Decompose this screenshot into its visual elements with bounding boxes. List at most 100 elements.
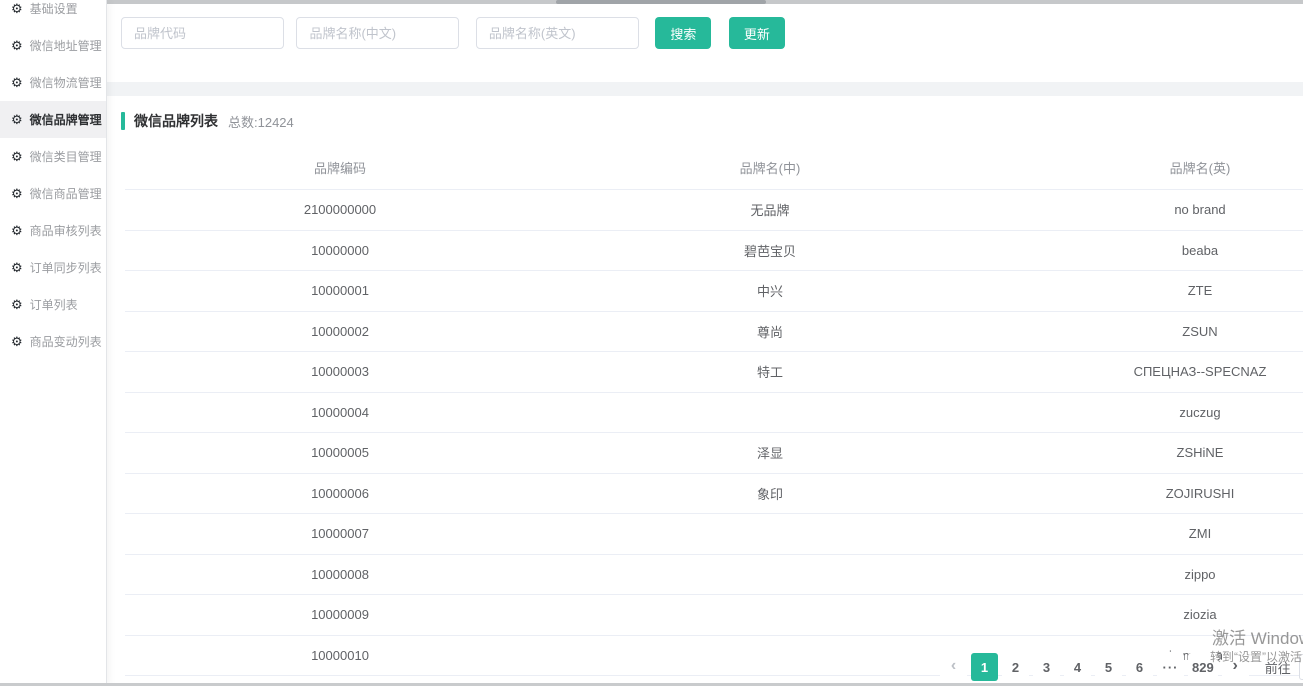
table-row: 10000000 碧芭宝贝 beaba	[125, 230, 1303, 271]
sidebar-item-label: 微信物流管理	[29, 76, 102, 90]
table-cell: ziozia	[985, 594, 1303, 636]
search-form: 搜索 更新	[107, 4, 1303, 82]
goto-page-input[interactable]	[1298, 654, 1303, 680]
update-button[interactable]: 更新	[728, 17, 785, 49]
table-cell: ZOJIRUSHI	[985, 473, 1303, 514]
table-row: 10000007 ZMI	[125, 513, 1303, 555]
table-cell: ZSUN	[985, 311, 1303, 352]
sidebar-item-label: 订单列表	[29, 298, 78, 312]
table-body: 2100000000 无品牌 no brand 10000000 碧芭宝贝 beaba 10…	[125, 189, 1303, 676]
brand-code-input[interactable]	[121, 17, 284, 49]
sidebar-item-0[interactable]: ⚙︎ 基础设置	[0, 0, 106, 27]
sidebar-item-label: 微信类目管理	[29, 150, 102, 164]
table-cell: zuczug	[985, 392, 1303, 433]
pagination-page-5[interactable]: 5	[1095, 653, 1122, 681]
sidebar-item-label: 商品变动列表	[29, 335, 102, 349]
gear-icon: ⚙︎	[11, 1, 23, 16]
sidebar-item-label: 微信地址管理	[29, 39, 102, 53]
prev-page-icon[interactable]: ‹	[940, 653, 967, 681]
table-cell: 10000010	[125, 635, 555, 676]
table-cell: 10000006	[125, 473, 555, 514]
sidebar-item-label: 微信品牌管理	[29, 113, 102, 127]
table-cell: 10000009	[125, 594, 555, 636]
table-cell: 特工	[555, 351, 985, 393]
table-row: 10000008 zippo	[125, 554, 1303, 595]
next-page-icon[interactable]: ›	[1221, 653, 1249, 681]
clipped-header-text	[556, 0, 766, 4]
table-row: 10000003 特工 СПЕЦНАЗ--SPECNAZ	[125, 351, 1303, 393]
gear-icon: ⚙︎	[11, 297, 23, 312]
pagination-page-6[interactable]: 6	[1126, 653, 1153, 681]
table-cell: 10000007	[125, 513, 555, 555]
table-cell: 无品牌	[555, 189, 985, 231]
pagination-page-3[interactable]: 3	[1033, 653, 1060, 681]
table-cell: 中兴	[555, 270, 985, 312]
table-cell	[555, 513, 985, 555]
total-count: 总数:12424	[228, 114, 294, 130]
brand-name-en-input[interactable]	[475, 17, 639, 49]
table-cell: 10000000	[125, 230, 555, 271]
gear-icon: ⚙︎	[11, 75, 23, 90]
gear-icon: ⚙︎	[11, 334, 23, 349]
table-header-row: 品牌编码 品牌名(中) 品牌名(英)	[125, 146, 1303, 190]
table-cell: beaba	[985, 230, 1303, 271]
column-header: 品牌名(中)	[555, 146, 985, 190]
column-header: 品牌名(英)	[985, 146, 1303, 190]
sidebar-item-6[interactable]: ⚙︎ 商品审核列表	[0, 212, 106, 249]
table-row: 10000001 中兴 ZTE	[125, 270, 1303, 312]
table-cell: ZTE	[985, 270, 1303, 312]
sidebar-item-1[interactable]: ⚙︎ 微信地址管理	[0, 27, 106, 64]
table-row: 10000004 zuczug	[125, 392, 1303, 433]
pagination-page-4[interactable]: 4	[1064, 653, 1091, 681]
brand-table: 品牌编码 品牌名(中) 品牌名(英) 2100000000 无品牌 no brand 10…	[125, 146, 1303, 676]
table-cell: ZSHiNE	[985, 432, 1303, 474]
sidebar-item-4[interactable]: ⚙︎ 微信类目管理	[0, 138, 106, 175]
table-cell	[555, 594, 985, 636]
sidebar-item-2[interactable]: ⚙︎ 微信物流管理	[0, 64, 106, 101]
panel-title: 微信品牌列表	[134, 113, 218, 129]
table-cell: 10000002	[125, 311, 555, 352]
table-cell	[555, 554, 985, 595]
main-content: 搜索 更新 微信品牌列表 总数:12424 品牌编码品牌名(中)品牌名(英) 2…	[107, 0, 1303, 686]
table-cell: 10000008	[125, 554, 555, 595]
gear-icon: ⚙︎	[11, 112, 23, 127]
table-cell: 10000004	[125, 392, 555, 433]
sidebar-menu: ⚙︎ 基础设置 ⚙︎ 微信地址管理 ⚙︎ 微信物流管理 ⚙︎ 微信品牌管理 ⚙︎ 微信类目管理 ⚙︎…	[0, 0, 106, 360]
gear-icon: ⚙︎	[11, 38, 23, 53]
pagination-page-829[interactable]: 829	[1188, 653, 1218, 681]
brand-name-cn-input[interactable]	[296, 17, 460, 49]
panel-title-row: 微信品牌列表 总数:12424	[121, 111, 294, 131]
gear-icon: ⚙︎	[11, 260, 23, 275]
pagination-ellipsis[interactable]: ···	[1157, 653, 1184, 681]
search-button[interactable]: 搜索	[655, 17, 712, 49]
table-cell: 10000003	[125, 351, 555, 393]
sidebar-item-label: 基础设置	[29, 2, 78, 16]
table-cell: 10000005	[125, 432, 555, 474]
table-cell: ZMI	[985, 513, 1303, 555]
sidebar-item-3[interactable]: ⚙︎ 微信品牌管理	[0, 101, 106, 138]
table-cell: 碧芭宝贝	[555, 230, 985, 271]
table-row: 10000002 尊尚 ZSUN	[125, 311, 1303, 352]
sidebar-item-7[interactable]: ⚙︎ 订单同步列表	[0, 249, 106, 286]
table-cell: СПЕЦНАЗ--SPECNAZ	[985, 351, 1303, 393]
table-cell: 10000001	[125, 270, 555, 312]
sidebar-item-9[interactable]: ⚙︎ 商品变动列表	[0, 323, 106, 360]
goto-page-label: 前往	[1264, 660, 1291, 676]
gear-icon: ⚙︎	[11, 223, 23, 238]
brand-list-panel: 微信品牌列表 总数:12424 品牌编码 品牌名(中) 品牌名(英) 2100000…	[107, 96, 1303, 683]
sidebar-item-8[interactable]: ⚙︎ 订单列表	[0, 286, 106, 323]
table-cell	[555, 635, 985, 676]
title-accent-bar	[121, 112, 125, 130]
sidebar-item-5[interactable]: ⚙︎ 微信商品管理	[0, 175, 106, 212]
pagination-page-2[interactable]: 2	[1002, 653, 1029, 681]
table-cell: zippo	[985, 554, 1303, 595]
table-cell: 尊尚	[555, 311, 985, 352]
table-cell: 2100000000	[125, 189, 555, 231]
sidebar-item-label: 商品审核列表	[29, 224, 102, 238]
pagination-page-1[interactable]: 1	[971, 653, 998, 681]
gear-icon: ⚙︎	[11, 186, 23, 201]
table-cell: 象印	[555, 473, 985, 514]
pagination: ‹ 1 2 3 4 5 6 ··· 829 › 前往	[938, 653, 1303, 681]
table-row: 10000006 象印 ZOJIRUSHI	[125, 473, 1303, 514]
sidebar-item-label: 微信商品管理	[29, 187, 102, 201]
